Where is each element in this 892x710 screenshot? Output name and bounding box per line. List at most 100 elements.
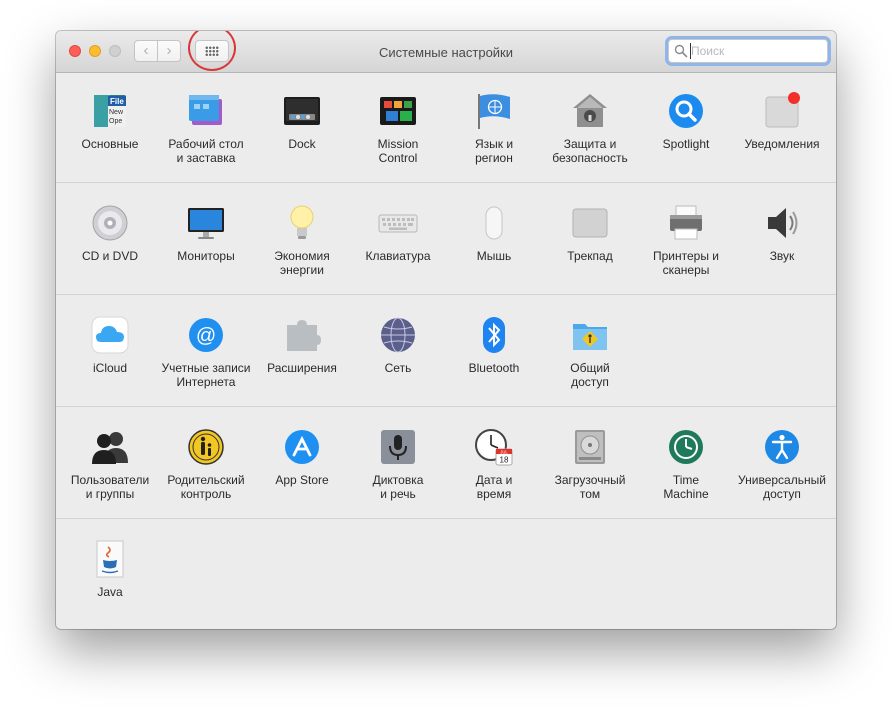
pane-label: App Store bbox=[275, 473, 329, 487]
time-machine-icon bbox=[666, 427, 706, 467]
pane-label: Принтеры и сканеры bbox=[653, 249, 719, 277]
pane-label: Bluetooth bbox=[468, 361, 520, 375]
extensions-icon bbox=[282, 315, 322, 355]
pane-trackpad[interactable]: Трекпад bbox=[542, 187, 638, 291]
pane-label: Экономия энергии bbox=[274, 249, 330, 277]
notifications-icon bbox=[762, 91, 802, 131]
pane-notifications[interactable]: Уведомления bbox=[734, 75, 830, 179]
pane-label: Язык и регион bbox=[474, 137, 514, 165]
dock-icon bbox=[282, 91, 322, 131]
pane-label: Dock bbox=[288, 137, 316, 151]
network-icon bbox=[378, 315, 418, 355]
search-field[interactable]: Поиск bbox=[668, 39, 828, 63]
startup-disk-icon bbox=[570, 427, 610, 467]
trackpad-icon bbox=[570, 203, 610, 243]
pane-label: Сеть bbox=[384, 361, 412, 375]
cd-dvd-icon bbox=[90, 203, 130, 243]
pane-dictation[interactable]: Диктовка и речь bbox=[350, 411, 446, 515]
app-store-icon bbox=[282, 427, 322, 467]
pane-general[interactable]: File New Ope Основные bbox=[62, 75, 158, 179]
pane-bluetooth[interactable]: Bluetooth bbox=[446, 299, 542, 403]
parental-controls-icon bbox=[186, 427, 226, 467]
svg-text:Ope: Ope bbox=[109, 118, 122, 125]
displays-icon bbox=[186, 203, 226, 243]
pane-label: iCloud bbox=[92, 361, 128, 375]
pane-label: Уведомления bbox=[744, 137, 820, 151]
pane-language[interactable]: Язык и регион bbox=[446, 75, 542, 179]
pane-mission[interactable]: Mission Control bbox=[350, 75, 446, 179]
pane-energy[interactable]: Экономия энергии bbox=[254, 187, 350, 291]
pane-keyboard[interactable]: Клавиатура bbox=[350, 187, 446, 291]
pane-desktop[interactable]: Рабочий стол и заставка bbox=[158, 75, 254, 179]
icloud-icon bbox=[90, 315, 130, 355]
pane-java[interactable]: Java bbox=[62, 523, 158, 627]
pane-label: Звук bbox=[769, 249, 795, 263]
pane-label: Рабочий стол и заставка bbox=[168, 137, 244, 165]
pane-spotlight[interactable]: Spotlight bbox=[638, 75, 734, 179]
pane-startup[interactable]: Загрузочный том bbox=[542, 411, 638, 515]
pane-datetime[interactable]: JUL 18 Дата и время bbox=[446, 411, 542, 515]
pane-section: CD и DVD Мониторы Экономия энергии Клави… bbox=[56, 183, 836, 295]
date-time-icon: JUL 18 bbox=[474, 427, 514, 467]
pane-displays[interactable]: Мониторы bbox=[158, 187, 254, 291]
dictation-speech-icon bbox=[378, 427, 418, 467]
java-icon bbox=[90, 539, 130, 579]
internet-accounts-icon: @ bbox=[186, 315, 226, 355]
pane-internet[interactable]: @ Учетные записи Интернета bbox=[158, 299, 254, 403]
pane-extensions[interactable]: Расширения bbox=[254, 299, 350, 403]
pane-parental[interactable]: Родительский контроль bbox=[158, 411, 254, 515]
svg-text:New: New bbox=[109, 109, 124, 116]
pane-label: CD и DVD bbox=[81, 249, 139, 263]
pane-label: Мониторы bbox=[177, 249, 235, 263]
pane-printers[interactable]: Принтеры и сканеры bbox=[638, 187, 734, 291]
pane-dock[interactable]: Dock bbox=[254, 75, 350, 179]
pane-label: Java bbox=[97, 585, 123, 599]
pane-label: Универсальный доступ bbox=[738, 473, 826, 501]
pane-mouse[interactable]: Мышь bbox=[446, 187, 542, 291]
svg-text:JUL: JUL bbox=[500, 449, 508, 454]
pane-label: Расширения bbox=[267, 361, 337, 375]
pane-label: Time Machine bbox=[663, 473, 709, 501]
sharing-icon bbox=[570, 315, 610, 355]
pane-label: Общий доступ bbox=[570, 361, 610, 389]
mission-control-icon bbox=[378, 91, 418, 131]
pane-label: Учетные записи Интернета bbox=[161, 361, 251, 389]
general-icon: File New Ope bbox=[90, 91, 130, 131]
pane-label: Пользователи и группы bbox=[70, 473, 150, 501]
pane-network[interactable]: Сеть bbox=[350, 299, 446, 403]
pane-timemachine[interactable]: Time Machine bbox=[638, 411, 734, 515]
mouse-icon bbox=[474, 203, 514, 243]
pane-section: Пользователи и группы Родительский контр… bbox=[56, 407, 836, 519]
pane-cddvd[interactable]: CD и DVD bbox=[62, 187, 158, 291]
pane-accessibility[interactable]: Универсальный доступ bbox=[734, 411, 830, 515]
accessibility-icon bbox=[762, 427, 802, 467]
pane-label: Родительский контроль bbox=[167, 473, 245, 501]
pane-sound[interactable]: Звук bbox=[734, 187, 830, 291]
pane-users[interactable]: Пользователи и группы bbox=[62, 411, 158, 515]
svg-text:18: 18 bbox=[500, 456, 509, 465]
search-placeholder: Поиск bbox=[691, 44, 725, 58]
svg-text:@: @ bbox=[196, 325, 216, 347]
printer-icon bbox=[666, 203, 706, 243]
svg-text:File: File bbox=[110, 97, 124, 106]
spotlight-icon bbox=[666, 91, 706, 131]
pane-security[interactable]: Защита и безопасность bbox=[542, 75, 638, 179]
desktop-screensaver-icon bbox=[186, 91, 226, 131]
pane-sharing[interactable]: Общий доступ bbox=[542, 299, 638, 403]
pane-label: Защита и безопасность bbox=[552, 137, 628, 165]
pane-appstore[interactable]: App Store bbox=[254, 411, 350, 515]
search-icon bbox=[674, 44, 688, 58]
title-bar: ‹ › Системные настройки Поиск bbox=[56, 31, 836, 73]
pane-label: Основные bbox=[81, 137, 139, 151]
energy-saver-icon bbox=[282, 203, 322, 243]
pane-label: Трекпад bbox=[567, 249, 613, 263]
pane-label: Дата и время bbox=[475, 473, 513, 501]
pane-label: Клавиатура bbox=[365, 249, 431, 263]
sound-icon bbox=[762, 203, 802, 243]
pane-icloud[interactable]: iCloud bbox=[62, 299, 158, 403]
pane-section: File New Ope Основные Рабочий стол и зас… bbox=[56, 71, 836, 183]
pane-section: iCloud @ Учетные записи Интернета Расшир… bbox=[56, 295, 836, 407]
pane-label: Диктовка и речь bbox=[372, 473, 424, 501]
users-groups-icon bbox=[90, 427, 130, 467]
language-region-icon bbox=[474, 91, 514, 131]
